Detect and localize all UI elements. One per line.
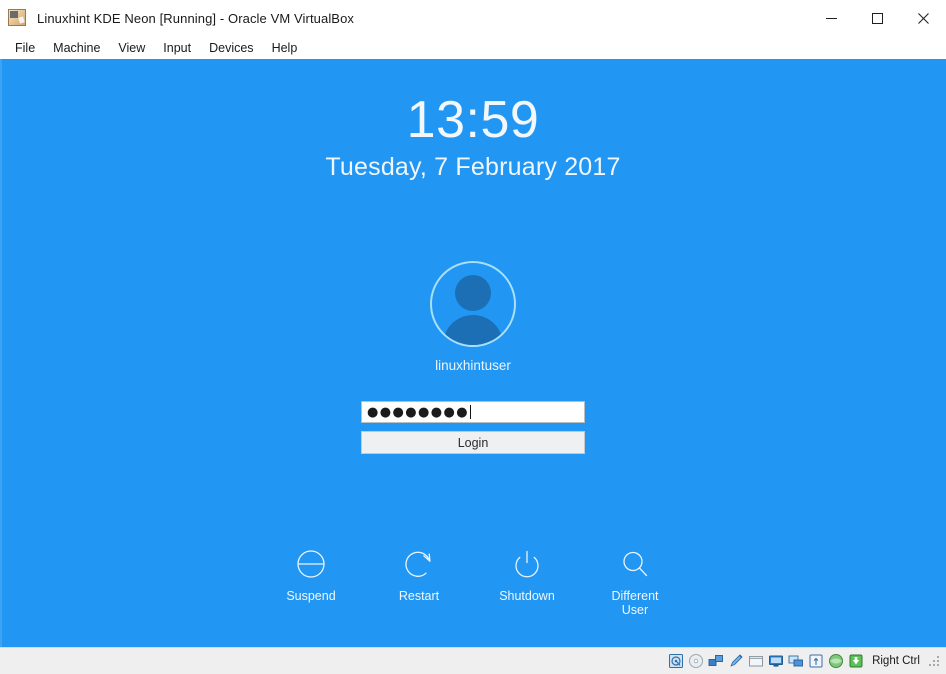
optical-disk-icon[interactable] — [687, 653, 704, 670]
menu-item-input[interactable]: Input — [154, 39, 200, 57]
status-bar: Right Ctrl — [0, 647, 946, 674]
shutdown-label: Shutdown — [499, 589, 555, 603]
floppy-icon[interactable] — [747, 653, 764, 670]
restart-icon — [404, 547, 434, 581]
close-button[interactable] — [900, 0, 946, 36]
shared-folders-icon[interactable] — [787, 653, 804, 670]
different-user-action[interactable]: Different User — [598, 547, 672, 618]
text-caret — [469, 405, 471, 419]
network-adapter-icon[interactable] — [707, 653, 724, 670]
menu-item-help[interactable]: Help — [263, 39, 307, 57]
host-key-label: Right Ctrl — [872, 655, 920, 667]
suspend-label: Suspend — [286, 589, 336, 603]
menu-bar: File Machine View Input Devices Help — [0, 36, 946, 59]
shutdown-icon — [512, 547, 542, 581]
menu-item-devices[interactable]: Devices — [200, 39, 262, 57]
search-user-icon — [620, 547, 650, 581]
user-block: linuxhintuser — [0, 261, 946, 373]
virtualbox-window: Linuxhint KDE Neon [Running] - Oracle VM… — [0, 0, 946, 674]
different-user-label-line1: Different — [611, 589, 659, 603]
recording-icon[interactable] — [847, 653, 864, 670]
menu-item-file[interactable]: File — [6, 39, 44, 57]
different-user-label: Different User — [611, 589, 658, 618]
hard-disk-icon[interactable] — [667, 653, 684, 670]
menu-item-view[interactable]: View — [109, 39, 154, 57]
clock-time: 13:59 — [406, 91, 540, 149]
password-input[interactable]: ●●●●●●●● — [361, 401, 585, 423]
vm-guest-screen[interactable]: 13:59 Tuesday, 7 February 2017 linuxhint… — [0, 59, 946, 647]
session-actions: Suspend Restart Shutdown Different User — [274, 547, 672, 618]
restart-action[interactable]: Restart — [382, 547, 456, 603]
user-avatar-icon[interactable] — [430, 261, 516, 347]
clock-date: Tuesday, 7 February 2017 — [325, 152, 621, 181]
shared-folder-pen-icon[interactable] — [727, 653, 744, 670]
usb-icon[interactable] — [807, 653, 824, 670]
username-label: linuxhintuser — [435, 358, 511, 373]
shutdown-action[interactable]: Shutdown — [490, 547, 564, 603]
clock-block: 13:59 Tuesday, 7 February 2017 — [0, 93, 946, 182]
different-user-label-line2: User — [621, 603, 649, 618]
suspend-icon — [296, 547, 326, 581]
remote-display-icon[interactable] — [827, 653, 844, 670]
resize-grip[interactable] — [929, 655, 940, 667]
password-masked-value: ●●●●●●●● — [367, 404, 469, 420]
virtualbox-icon — [8, 8, 28, 28]
menu-item-machine[interactable]: Machine — [44, 39, 109, 57]
maximize-button[interactable] — [854, 0, 900, 36]
suspend-action[interactable]: Suspend — [274, 547, 348, 603]
window-title: Linuxhint KDE Neon [Running] - Oracle VM… — [37, 10, 355, 26]
minimize-button[interactable] — [808, 0, 854, 36]
restart-label: Restart — [398, 589, 440, 603]
login-form: ●●●●●●●● Login — [361, 401, 585, 454]
login-button[interactable]: Login — [361, 431, 585, 454]
display-icon[interactable] — [767, 653, 784, 670]
title-bar: Linuxhint KDE Neon [Running] - Oracle VM… — [0, 0, 946, 36]
window-controls — [808, 0, 946, 36]
